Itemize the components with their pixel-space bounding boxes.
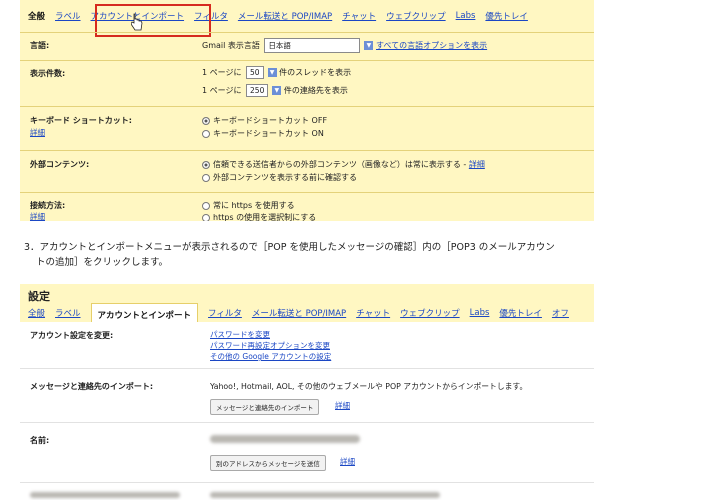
external-ask-label: 外部コンテンツを表示する前に確認する (213, 173, 357, 182)
redacted-text (30, 492, 180, 498)
tab-offline[interactable]: オフ (552, 307, 569, 319)
settings-title: 設定 (28, 290, 50, 303)
send-from-another-address-button[interactable]: 別のアドレスからメッセージを送信 (210, 455, 326, 471)
instruction-line-2: トの追加］をクリックします。 (36, 257, 169, 268)
threads-per-page-value: 50 (250, 68, 260, 77)
shortcuts-off-radio[interactable] (202, 116, 210, 125)
contacts-per-page-select[interactable]: 250 (246, 84, 269, 97)
tab-chat[interactable]: チャット (342, 10, 376, 22)
external-always-radio[interactable] (202, 160, 210, 169)
hand-cursor-icon (131, 13, 143, 31)
change-account-row: アカウント設定を変更: パスワードを変更 パスワード再設定オプションを変更 その… (20, 322, 594, 368)
name-row: 名前: 別のアドレスからメッセージを送信 詳細 (20, 422, 594, 483)
tab-forwarding-pop-imap[interactable]: メール転送と POP/IMAP (238, 10, 332, 22)
change-password-link[interactable]: パスワードを変更 (210, 329, 270, 340)
tab-forwarding-pop-imap[interactable]: メール転送と POP/IMAP (252, 307, 346, 319)
all-language-options-link[interactable]: すべての言語オプションを表示 (376, 41, 487, 50)
keyboard-shortcuts-details-link[interactable]: 詳細 (30, 127, 45, 138)
import-details-link[interactable]: 詳細 (335, 400, 350, 411)
name-label: 名前: (30, 436, 50, 445)
name-details-link[interactable]: 詳細 (340, 456, 355, 467)
connection-label: 接続方法: (30, 201, 66, 210)
import-description: Yahoo!, Hotmail, AOL, その他のウェブメールや POP アカ… (210, 382, 528, 391)
instruction-text: 3．アカウントとインポートメニューが表示されるので［POP を使用したメッセージ… (24, 240, 704, 270)
tab-priority-inbox[interactable]: 優先トレイ (499, 307, 542, 319)
import-mail-contacts-button[interactable]: メッセージと連絡先のインポート (210, 399, 320, 415)
password-recovery-link[interactable]: パスワード再設定オプションを変更 (210, 340, 330, 351)
language-label: 言語: (30, 41, 50, 50)
tab-general[interactable]: 全般 (28, 10, 45, 22)
contacts-prefix: 1 ページに (202, 86, 242, 95)
chevron-down-icon: ▼ (267, 68, 277, 77)
tab-chat[interactable]: チャット (356, 307, 390, 319)
external-content-row: 外部コンテンツ: 信頼できる送信者からの外部コンテンツ（画像など）は常に表示する… (20, 150, 594, 193)
tab-priority-inbox[interactable]: 優先トレイ (485, 10, 528, 22)
external-details-link[interactable]: 詳細 (469, 160, 485, 169)
redacted-text (210, 492, 440, 498)
tab-accounts-import[interactable]: アカウントとインポート (90, 302, 199, 324)
other-google-settings-link[interactable]: その他の Google アカウントの設定 (210, 351, 331, 362)
https-always-radio[interactable] (202, 201, 210, 210)
settings-tabs: 全般 ラベル アカウントとインポート フィルタ メール転送と POP/IMAP … (20, 302, 577, 324)
tab-web-clips[interactable]: ウェブクリップ (386, 10, 446, 22)
tab-labels[interactable]: ラベル (55, 307, 81, 319)
import-row: メッセージと連絡先のインポート: Yahoo!, Hotmail, AOL, そ… (20, 368, 594, 423)
gmail-settings-screenshot-2: 設定 全般 ラベル アカウントとインポート フィルタ メール転送と POP/IM… (20, 284, 594, 500)
external-ask-radio[interactable] (202, 173, 210, 182)
threads-suffix: 件のスレッドを表示 (279, 68, 352, 77)
tab-labs[interactable]: Labs (456, 11, 476, 21)
https-always-label: 常に https を使用する (213, 201, 295, 210)
change-account-label: アカウント設定を変更: (30, 331, 114, 340)
shortcuts-on-label: キーボードショートカット ON (213, 129, 324, 138)
gmail-settings-screenshot-1: 全般 ラベル アカウントとインポート フィルタ メール転送と POP/IMAP … (20, 0, 594, 221)
redacted-email (210, 435, 360, 443)
next-row-partial (20, 482, 594, 500)
connection-details-link[interactable]: 詳細 (30, 211, 45, 221)
language-select[interactable]: 日本語 (264, 38, 361, 53)
connection-row: 接続方法: 詳細 常に https を使用する https の使用を選択制にする (20, 192, 594, 221)
tab-web-clips[interactable]: ウェブクリップ (400, 307, 460, 319)
instruction-line-1: 3．アカウントとインポートメニューが表示されるので［POP を使用したメッセージ… (24, 242, 555, 253)
import-label: メッセージと連絡先のインポート: (30, 382, 154, 391)
shortcuts-off-label: キーボードショートカット OFF (213, 116, 328, 125)
language-value: 日本語 (268, 41, 291, 50)
language-prefix: Gmail 表示言語 (202, 41, 260, 50)
tab-labels[interactable]: ラベル (55, 10, 81, 22)
keyboard-shortcuts-label: キーボード ショートカット: (30, 116, 132, 125)
threads-per-page-select[interactable]: 50 (246, 66, 264, 79)
external-content-label: 外部コンテンツ: (30, 160, 90, 169)
https-optional-label: https の使用を選択制にする (213, 213, 317, 221)
page-size-label: 表示件数: (30, 69, 66, 78)
https-optional-radio[interactable] (202, 213, 210, 221)
language-row: 言語: Gmail 表示言語 日本語 ▼ すべての言語オプションを表示 (20, 32, 594, 61)
threads-prefix: 1 ページに (202, 68, 242, 77)
tab-general[interactable]: 全般 (28, 307, 45, 319)
chevron-down-icon: ▼ (364, 41, 374, 50)
page-size-row: 表示件数: 1 ページに 50 ▼ 件のスレッドを表示 1 ページに 250 ▼ 件… (20, 60, 594, 107)
external-always-label: 信頼できる送信者からの外部コンテンツ（画像など）は常に表示する - (213, 160, 467, 169)
shortcuts-on-radio[interactable] (202, 129, 210, 138)
chevron-down-icon: ▼ (272, 86, 282, 95)
accounts-panel: アカウント設定を変更: パスワードを変更 パスワード再設定オプションを変更 その… (20, 322, 594, 500)
keyboard-shortcuts-row: キーボード ショートカット: 詳細 キーボードショートカット OFF キーボード… (20, 106, 594, 151)
contacts-per-page-value: 250 (250, 86, 265, 95)
tab-filters[interactable]: フィルタ (208, 307, 242, 319)
contacts-suffix: 件の連絡先を表示 (283, 86, 348, 95)
tab-labs[interactable]: Labs (470, 308, 490, 318)
